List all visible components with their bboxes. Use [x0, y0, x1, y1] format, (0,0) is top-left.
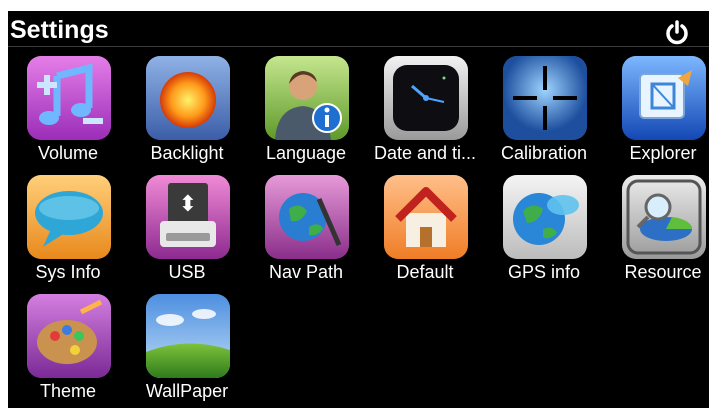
tile-usb[interactable]: ⬍ USB [128, 165, 246, 283]
tile-label: Theme [39, 381, 97, 401]
landscape-icon [146, 294, 230, 378]
tile-label: Explorer [629, 143, 697, 163]
pie-magnifier-icon [622, 175, 706, 259]
title-bar: Settings [8, 11, 709, 47]
tile-label: Sys Info [35, 262, 101, 282]
tile-nav-path[interactable]: Nav Path [247, 165, 365, 283]
globe-bubble-icon [503, 175, 587, 259]
tile-calibration[interactable]: Calibration [485, 46, 603, 164]
globe-magnifier-icon [265, 175, 349, 259]
tile-resource[interactable]: Resource [604, 165, 709, 283]
usb-drive-icon: ⬍ [146, 175, 230, 259]
tile-sys-info[interactable]: Sys Info [9, 165, 127, 283]
tile-explorer[interactable]: Explorer [604, 46, 709, 164]
tile-volume[interactable]: Volume [9, 46, 127, 164]
power-button[interactable] [664, 20, 690, 46]
speech-bubble-icon [27, 175, 111, 259]
tile-label: GPS info [507, 262, 581, 282]
explorer-icon [622, 56, 706, 140]
tile-wallpaper[interactable]: WallPaper [128, 284, 246, 402]
tile-label: Language [265, 143, 347, 163]
tile-label: Volume [37, 143, 99, 163]
tile-backlight[interactable]: Backlight [128, 46, 246, 164]
power-icon [666, 20, 688, 45]
page-title: Settings [10, 16, 109, 44]
tile-language[interactable]: Language [247, 46, 365, 164]
tile-label: Nav Path [268, 262, 344, 282]
tile-gps-info[interactable]: GPS info [485, 165, 603, 283]
svg-text:⬍: ⬍ [179, 192, 197, 217]
tile-theme[interactable]: Theme [9, 284, 127, 402]
tile-label: Resource [624, 262, 702, 282]
home-icon [384, 175, 468, 259]
tile-label: WallPaper [145, 381, 229, 401]
tile-label: Calibration [500, 143, 588, 163]
sun-icon [146, 56, 230, 140]
settings-screen: Settings Volume Backlight Language Date … [8, 11, 709, 408]
music-note-icon [27, 56, 111, 140]
user-info-icon [265, 56, 349, 140]
tile-label: Default [396, 262, 454, 282]
crosshair-icon [503, 56, 587, 140]
tile-label: Date and ti... [373, 143, 477, 163]
clock-icon [384, 56, 468, 140]
palette-icon [27, 294, 111, 378]
tile-label: Backlight [150, 143, 224, 163]
tile-default[interactable]: Default [366, 165, 484, 283]
tile-label: USB [168, 262, 206, 282]
tile-date-and-time[interactable]: Date and ti... [366, 46, 484, 164]
